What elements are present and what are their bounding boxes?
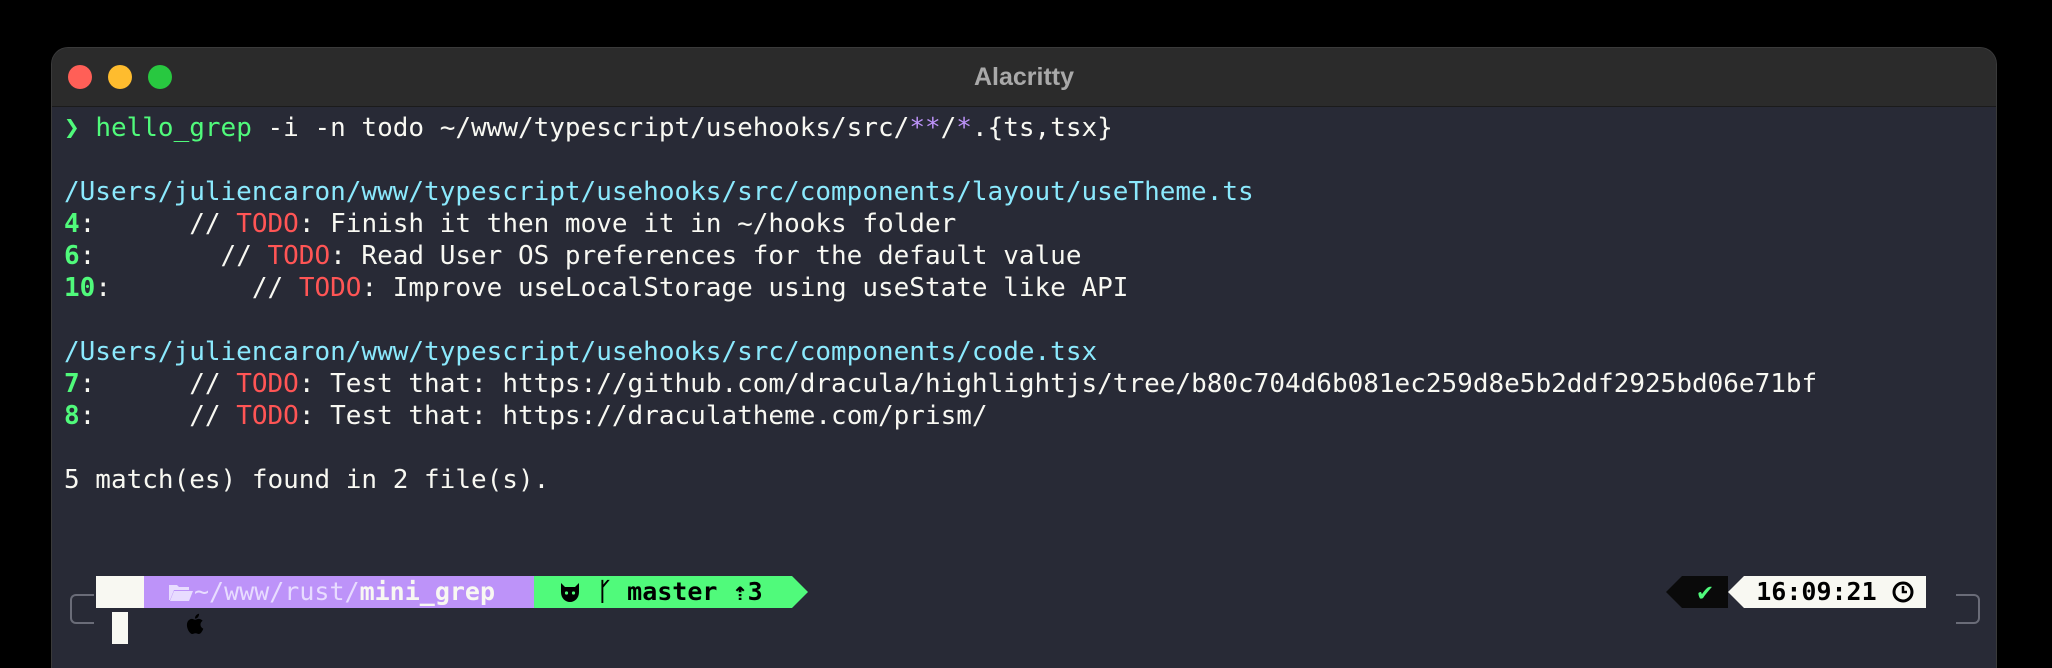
match-line: 6: // TODO: Read User OS preferences for…	[64, 241, 1082, 271]
os-segment	[96, 576, 204, 635]
git-branch-name: master	[627, 577, 718, 606]
command-args: .{ts,tsx}	[971, 113, 1113, 143]
window-title: Alacritty	[973, 63, 1075, 91]
match-text: : Finish it then move it in ~/hooks fold…	[298, 209, 957, 239]
match-line: 10: // TODO: Improve useLocalStorage usi…	[64, 273, 1129, 303]
line-number: 4	[64, 209, 80, 239]
command-glob: *	[956, 113, 972, 143]
git-branch-icon: ᚴ	[597, 577, 613, 606]
command-program: hello_grep	[95, 113, 252, 143]
line-number: 6	[64, 241, 80, 271]
match-line: 8: // TODO: Test that: https://draculath…	[64, 401, 988, 431]
line-number: 7	[64, 369, 80, 399]
command-glob: **	[909, 113, 941, 143]
prompt-frame-left	[70, 594, 94, 624]
prompt-frame-right	[1956, 594, 1980, 624]
check-icon: ✔	[1697, 577, 1713, 606]
todo-keyword: TODO	[267, 241, 331, 271]
status-segment: ✔	[1666, 576, 1728, 608]
command-line: ❯ hello_grep -i -n todo ~/www/typescript…	[64, 113, 1113, 143]
line-number: 10	[64, 273, 96, 303]
match-text: : Test that: https://draculatheme.com/pr…	[298, 401, 988, 431]
prompt-time: 16:09:21	[1756, 577, 1877, 606]
match-text: : Improve useLocalStorage using useState…	[361, 273, 1129, 303]
todo-keyword: TODO	[236, 209, 299, 239]
directory-name: mini_grep	[359, 577, 496, 606]
clock-icon	[1892, 581, 1914, 603]
summary-line: 5 match(es) found in 2 file(s).	[64, 465, 550, 495]
folder-open-icon	[169, 585, 193, 601]
todo-keyword: TODO	[298, 273, 362, 303]
match-line: 4: // TODO: Finish it then move it in ~/…	[64, 209, 957, 239]
directory-prefix: ~/www/rust/	[194, 577, 360, 606]
title-bar[interactable]: Alacritty	[52, 48, 1996, 107]
terminal-output[interactable]: ❯ hello_grep -i -n todo ~/www/typescript…	[64, 112, 1984, 496]
github-icon	[561, 583, 579, 602]
todo-keyword: TODO	[236, 369, 299, 399]
terminal-window: Alacritty ❯ hello_grep -i -n todo ~/www/…	[52, 48, 1996, 668]
match-line: 7: // TODO: Test that: https://github.co…	[64, 369, 1818, 399]
result-file-path: /Users/juliencaron/www/typescript/usehoo…	[64, 177, 1254, 207]
match-text: : Read User OS preferences for the defau…	[330, 241, 1082, 271]
directory-segment: ~/www/rust/mini_grep	[144, 576, 550, 608]
terminal-cursor	[112, 612, 128, 644]
todo-keyword: TODO	[236, 401, 299, 431]
match-text: : Test that: https://github.com/dracula/…	[298, 369, 1818, 399]
git-ahead-count: ⇡3	[732, 577, 763, 606]
git-segment: ᚴ master ⇡3	[534, 576, 808, 608]
prompt-glyph: ❯	[64, 113, 80, 143]
command-args: -i -n todo ~/www/typescript/usehooks/src…	[251, 113, 910, 143]
apple-icon	[187, 613, 204, 635]
shell-prompt: ~/www/rust/mini_grep ᚴ master ⇡3 ✔ 16:09…	[52, 576, 1996, 646]
line-number: 8	[64, 401, 80, 431]
result-file-path: /Users/juliencaron/www/typescript/usehoo…	[64, 337, 1098, 367]
time-segment: 16:09:21	[1728, 576, 1926, 608]
